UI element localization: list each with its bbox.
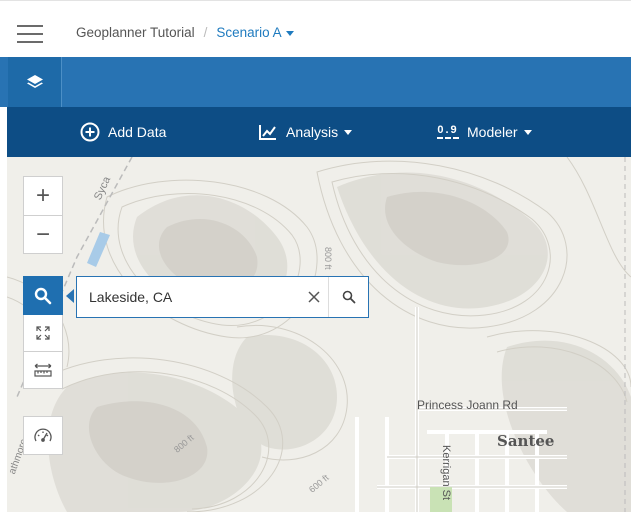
modeler-label: Modeler (467, 124, 518, 140)
map-view[interactable]: Princess Joann Rd Santee Kerrigan St Syc… (7, 157, 631, 512)
caret-down-icon (285, 30, 294, 36)
zoom-out-button[interactable]: − (23, 215, 63, 254)
search-input[interactable] (77, 279, 287, 315)
search-submit-button[interactable] (328, 277, 368, 317)
expand-icon (36, 326, 50, 340)
modeler-icon-digits: 0.9 (437, 123, 459, 136)
chart-icon (259, 125, 276, 140)
ruler-icon (34, 363, 52, 377)
modeler-dropdown[interactable]: 0.9 Modeler (437, 107, 532, 157)
analysis-label: Analysis (286, 124, 339, 140)
menu-icon[interactable] (17, 25, 43, 43)
search-panel (76, 276, 369, 318)
search-toggle-button[interactable] (23, 276, 63, 315)
clear-search-button[interactable] (300, 277, 328, 317)
layers-icon (26, 75, 43, 88)
add-data-label: Add Data (108, 124, 167, 140)
search-icon (34, 287, 52, 304)
app-header: Geoplanner Tutorial / Scenario A (0, 0, 631, 57)
search-pointer (66, 289, 74, 303)
breadcrumb: Geoplanner Tutorial / Scenario A (76, 25, 294, 40)
modeler-icon: 0.9 (437, 123, 459, 139)
scenario-label: Scenario A (216, 25, 282, 40)
caret-down-icon (344, 129, 353, 135)
add-circle-icon (80, 122, 100, 142)
layer-bar (0, 57, 631, 107)
dashboard-button[interactable] (23, 416, 63, 455)
search-icon (342, 290, 355, 304)
layers-button[interactable] (8, 57, 62, 107)
zoom-in-button[interactable]: + (23, 176, 63, 215)
scenario-dropdown[interactable]: Scenario A (216, 25, 294, 40)
analysis-dropdown[interactable]: Analysis (258, 107, 353, 157)
minus-icon: − (35, 220, 50, 248)
measure-button[interactable] (23, 351, 63, 389)
main-toolbar: Add Data Analysis 0.9 Modeler (7, 107, 631, 157)
map-label-road: Princess Joann Rd (417, 398, 518, 412)
add-data-button[interactable]: Add Data (80, 107, 166, 157)
breadcrumb-project[interactable]: Geoplanner Tutorial (76, 25, 195, 40)
breadcrumb-separator: / (203, 25, 208, 40)
plus-icon: + (35, 182, 50, 209)
gauge-icon (34, 428, 52, 442)
fullscreen-button[interactable] (23, 315, 63, 351)
map-label-contour: 800 ft (323, 247, 333, 270)
map-label-city: Santee (497, 432, 555, 450)
close-icon (308, 291, 320, 303)
map-label-road: Kerrigan St (440, 445, 452, 501)
map-terrain (7, 157, 631, 512)
caret-down-icon (523, 129, 532, 135)
